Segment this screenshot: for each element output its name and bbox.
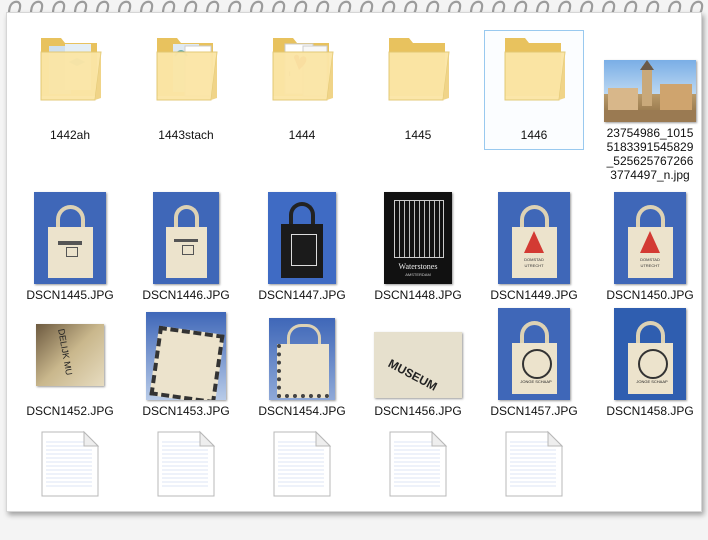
file-name-label: 1445 bbox=[404, 128, 432, 142]
image-thumbnail: DELIJK MU bbox=[36, 324, 104, 386]
image-thumbnail bbox=[146, 312, 226, 400]
file-name-label: DSCN1446.JPG bbox=[142, 288, 230, 302]
image-thumbnail: Waterstones AMSTERDAM bbox=[384, 192, 452, 284]
folder-item[interactable]: 1445 bbox=[362, 32, 474, 144]
image-file-item[interactable]: Waterstones AMSTERDAM DSCN1448.JPG bbox=[362, 192, 474, 304]
file-name-label: 23754986_1015 5183391545829 _52562576726… bbox=[606, 126, 694, 182]
thumbnail-text: DELIJK MU bbox=[56, 328, 75, 377]
file-name-label: DSCN1458.JPG bbox=[606, 404, 694, 418]
file-name-label: DSCN1454.JPG bbox=[258, 404, 346, 418]
image-file-item[interactable]: DELIJK MU DSCN1452.JPG bbox=[14, 308, 126, 420]
folder-item[interactable]: 1446 bbox=[478, 30, 590, 150]
file-name-label: DSCN1452.JPG bbox=[26, 404, 114, 418]
folder-icon bbox=[499, 32, 569, 109]
file-name-label: 1443stach bbox=[158, 128, 214, 142]
file-name-label: DSCN1456.JPG bbox=[374, 404, 462, 418]
folder-icon bbox=[383, 32, 453, 109]
document-icon bbox=[154, 428, 218, 505]
image-file-item[interactable]: DSCN1453.JPG bbox=[130, 308, 242, 420]
folder-item[interactable]: 1442ah bbox=[14, 32, 126, 144]
file-name-label: DSCN1453.JPG bbox=[142, 404, 230, 418]
document-icon bbox=[270, 428, 334, 505]
image-thumbnail: MUSEUM bbox=[374, 332, 462, 398]
folder-icon bbox=[35, 32, 105, 109]
waterstones-text: Waterstones bbox=[398, 262, 438, 271]
image-file-item[interactable]: DSCN1447.JPG bbox=[246, 192, 358, 304]
thumbnail-text: JONGE SCHAAP bbox=[520, 379, 552, 384]
file-name-label: DSCN1447.JPG bbox=[258, 288, 346, 302]
file-name-label: DSCN1457.JPG bbox=[490, 404, 578, 418]
file-name-label: DSCN1450.JPG bbox=[606, 288, 694, 302]
image-file-item[interactable]: DOMSTAD UTRECHT DSCN1450.JPG bbox=[594, 192, 706, 304]
image-file-item[interactable]: 23754986_1015 5183391545829 _52562576726… bbox=[594, 32, 706, 182]
image-file-item[interactable]: DSCN1446.JPG bbox=[130, 192, 242, 304]
file-name-label: DSCN1449.JPG bbox=[490, 288, 578, 302]
thumbnail-text: DOMSTAD bbox=[640, 257, 660, 262]
thumbnail-text: UTRECHT bbox=[524, 263, 544, 268]
image-thumbnail bbox=[269, 318, 335, 400]
thumbnail-text: MUSEUM bbox=[385, 356, 440, 394]
thumbnail-text: AMSTERDAM bbox=[405, 272, 431, 277]
folder-item[interactable]: 1443stach bbox=[130, 32, 242, 144]
folder-icon: I bbox=[267, 32, 337, 109]
folder-icon bbox=[151, 32, 221, 109]
image-thumbnail: JONGE SCHAAP bbox=[614, 308, 686, 400]
document-icon bbox=[502, 428, 566, 505]
thumbnail-text: JONGE SCHAAP bbox=[636, 379, 668, 384]
document-icon bbox=[386, 428, 450, 505]
file-grid: 1442ah 1443stach I 1444 1445 1446 23754986_101… bbox=[14, 24, 704, 514]
thumbnail-text: UTRECHT bbox=[640, 263, 660, 268]
image-thumbnail bbox=[34, 192, 106, 284]
file-name-label: DSCN1448.JPG bbox=[374, 288, 462, 302]
image-file-item[interactable]: JONGE SCHAAP DSCN1458.JPG bbox=[594, 308, 706, 420]
image-file-item[interactable]: DOMSTAD UTRECHT DSCN1449.JPG bbox=[478, 192, 590, 304]
image-file-item[interactable]: DSCN1454.JPG bbox=[246, 308, 358, 420]
image-thumbnail: DOMSTAD UTRECHT bbox=[498, 192, 570, 284]
image-file-item[interactable]: DSCN1445.JPG bbox=[14, 192, 126, 304]
image-thumbnail bbox=[604, 60, 696, 122]
thumbnail-text: DOMSTAD bbox=[524, 257, 544, 262]
file-name-label: DSCN1445.JPG bbox=[26, 288, 114, 302]
file-name-label: 1444 bbox=[288, 128, 316, 142]
file-name-label: 1446 bbox=[520, 128, 548, 142]
document-item[interactable] bbox=[246, 428, 358, 540]
file-name-label: 1442ah bbox=[49, 128, 91, 142]
document-item[interactable] bbox=[478, 428, 590, 540]
document-item[interactable] bbox=[14, 428, 126, 540]
image-thumbnail bbox=[268, 192, 336, 284]
folder-item[interactable]: I 1444 bbox=[246, 32, 358, 144]
image-thumbnail bbox=[153, 192, 219, 284]
document-icon bbox=[38, 428, 102, 505]
document-item[interactable] bbox=[362, 428, 474, 540]
image-thumbnail: DOMSTAD UTRECHT bbox=[614, 192, 686, 284]
image-file-item[interactable]: JONGE SCHAAP DSCN1457.JPG bbox=[478, 308, 590, 420]
document-item[interactable] bbox=[130, 428, 242, 540]
image-file-item[interactable]: MUSEUM DSCN1456.JPG bbox=[362, 308, 474, 420]
image-thumbnail: JONGE SCHAAP bbox=[498, 308, 570, 400]
